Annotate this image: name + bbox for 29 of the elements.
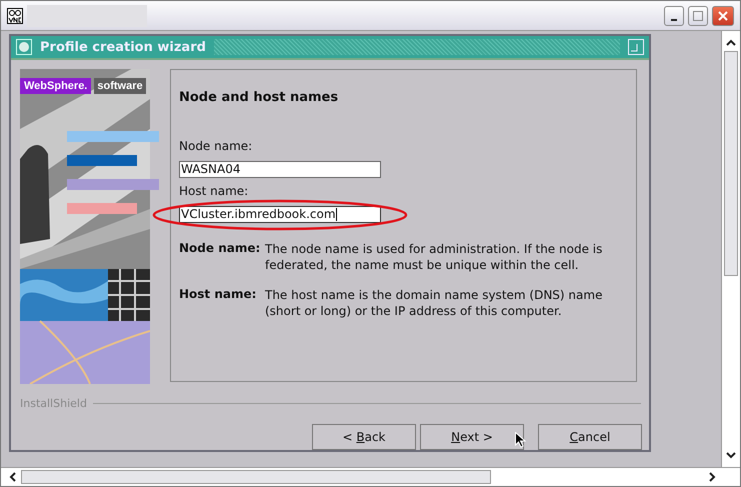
vertical-scrollbar[interactable] bbox=[721, 31, 740, 467]
minimize-button[interactable] bbox=[664, 6, 684, 26]
next-button[interactable]: Next > bbox=[420, 424, 524, 450]
decor-bar bbox=[67, 203, 137, 214]
brand-product: software bbox=[94, 78, 146, 94]
horizontal-scrollbar[interactable] bbox=[1, 467, 740, 486]
minimize-icon bbox=[671, 18, 677, 20]
help-term: Node name: bbox=[179, 241, 262, 257]
help-text: The host name is the domain name system (DNS) name (short or long) or the IP address of this computer. bbox=[265, 287, 604, 319]
field-label: Host name: bbox=[179, 184, 248, 198]
installer-label: InstallShield bbox=[20, 397, 87, 410]
wizard-title: Profile creation wizard bbox=[40, 40, 206, 54]
window-menu-icon[interactable] bbox=[16, 39, 32, 55]
page-heading: Node and host names bbox=[179, 90, 340, 105]
maximize-icon bbox=[692, 10, 704, 22]
cancel-button[interactable]: Cancel bbox=[538, 424, 642, 450]
restore-icon[interactable] bbox=[628, 39, 644, 55]
input-field[interactable]: VCluster.ibmredbook.com bbox=[179, 206, 381, 223]
field-label: Node name: bbox=[179, 139, 252, 153]
help-term: Host name: bbox=[179, 287, 258, 303]
close-button[interactable] bbox=[712, 6, 734, 26]
mouse-cursor-icon bbox=[515, 432, 526, 448]
help-text: The node name is used for administration. If the node is federated, the name must be unique within the cell. bbox=[265, 241, 604, 273]
brand-logo: WebSphere. bbox=[20, 78, 92, 94]
app-icon bbox=[7, 8, 23, 24]
decor-bar bbox=[67, 155, 137, 166]
close-icon bbox=[717, 10, 729, 22]
input-field[interactable]: WASNA04 bbox=[179, 161, 381, 178]
back-button[interactable]: < Back bbox=[312, 424, 416, 450]
